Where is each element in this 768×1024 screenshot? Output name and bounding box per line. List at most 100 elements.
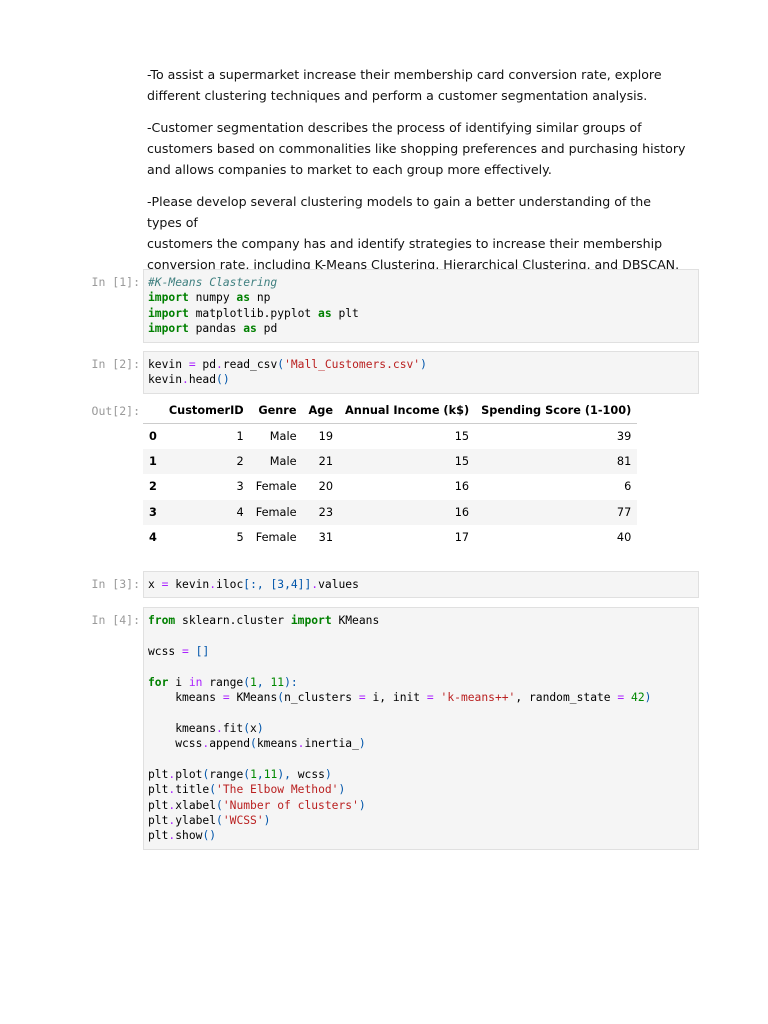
table-cell: 40 <box>616 531 632 545</box>
row-index: 4 <box>149 531 157 545</box>
code-token: kevin <box>148 358 189 371</box>
table-cell: 5 <box>236 531 244 545</box>
code-token: range <box>202 675 244 689</box>
code-line: import pandas as pd <box>148 321 694 336</box>
column-header <box>143 398 163 424</box>
code-token: ) <box>420 358 427 371</box>
code-token: x <box>250 721 257 735</box>
column-header: Annual Income (k$) <box>339 398 476 424</box>
table-cell: 4 <box>236 505 244 519</box>
row-index: 2 <box>149 480 157 494</box>
markdown-paragraph: -To assist a supermarket increase their … <box>147 64 687 106</box>
code-line: plt.ylabel('WCSS') <box>148 813 694 828</box>
dataframe-table: CustomerID Genre Age Annual Income (k$) Spen… <box>143 398 638 551</box>
row-index: 0 <box>149 429 157 443</box>
code-token: plt <box>331 306 359 320</box>
code-cell[interactable]: #K-Means Clastering import numpy as np imp… <box>143 269 699 343</box>
code-token: kmeans <box>148 721 217 735</box>
input-prompt: In [2]: <box>91 357 140 371</box>
code-token: sklearn.cluster <box>175 614 291 627</box>
code-token: ( <box>216 798 223 812</box>
markdown-paragraph: -Customer segmentation describes the pro… <box>147 117 687 180</box>
table-cell: 16 <box>454 480 470 494</box>
code-token: as <box>318 306 332 320</box>
code-token: . <box>182 373 189 387</box>
markdown-paragraph: -Please develop several clustering model… <box>147 191 687 275</box>
code-token: = <box>188 358 196 371</box>
code-token: ylabel <box>175 814 217 828</box>
code-token: wcss <box>148 737 203 751</box>
code-token: () <box>216 373 230 387</box>
code-token: in <box>188 675 203 689</box>
input-prompt: In [1]: <box>91 275 140 289</box>
code-token: kmeans <box>256 737 298 751</box>
code-token: kevin <box>168 578 210 591</box>
paragraph-line: different clustering techniques and perf… <box>147 88 648 103</box>
code-token: ( <box>216 814 223 828</box>
paragraph-line: -To assist a supermarket increase their … <box>147 67 662 82</box>
code-token: plt <box>148 814 169 828</box>
table-cell: 1 <box>236 429 244 443</box>
code-token: plt <box>148 798 169 812</box>
code-token: ) <box>644 690 652 704</box>
code-line: kevin = pd.read_csv('Mall_Customers.csv'… <box>148 357 694 372</box>
code-token: matplotlib.pyplot <box>188 306 319 320</box>
code-line: kmeans = KMeans(n_clusters = i, init = '… <box>148 690 694 705</box>
code-token: wcss <box>148 644 183 658</box>
code-token: i <box>168 675 189 689</box>
code-token: xlabel <box>175 798 217 812</box>
code-token: . <box>216 721 223 735</box>
code-token: wcss <box>290 767 325 781</box>
table-cell: Male <box>269 429 297 443</box>
table-cell: Female <box>255 505 297 519</box>
table-cell: 31 <box>318 531 334 545</box>
code-token: range <box>209 767 244 781</box>
code-token: ) <box>338 783 346 797</box>
code-line: plt.xlabel('Number of clusters') <box>148 798 694 813</box>
table-cell: 15 <box>454 454 470 468</box>
code-token: . <box>216 358 223 371</box>
code-line: kmeans.fit(x) <box>148 721 694 736</box>
column-header: Genre <box>249 398 303 424</box>
code-token: from <box>148 614 176 627</box>
code-token: ) <box>324 767 332 781</box>
code-token: kmeans <box>148 690 223 704</box>
code-token: = <box>182 644 189 658</box>
code-line: #K-Means Clastering <box>148 275 694 290</box>
code-cell[interactable]: from sklearn.cluster import KMeans wcss =… <box>143 607 699 850</box>
table-cell: 77 <box>616 505 632 519</box>
code-token: np <box>250 291 271 305</box>
code-token: ( <box>250 737 257 751</box>
code-line: x = kevin.iloc[:, [3,4]].values <box>148 577 694 592</box>
code-cell[interactable]: kevin = pd.read_csv('Mall_Customers.csv'… <box>143 351 699 394</box>
code-token: plt <box>148 767 169 781</box>
code-token: ) <box>263 814 271 828</box>
code-line: kevin.head() <box>148 372 694 387</box>
code-token: ) <box>358 798 366 812</box>
code-cell[interactable]: x = kevin.iloc[:, [3,4]].values <box>143 571 699 599</box>
table-cell: 2 <box>236 454 244 468</box>
paragraph-line: customers based on commonalities like sh… <box>147 141 686 156</box>
code-token: numpy <box>188 291 237 305</box>
code-token: import <box>148 322 189 336</box>
code-token: 42 <box>631 690 645 704</box>
code-token: #K-Means Clastering <box>148 276 278 289</box>
table-row: 0 1 Male 19 15 39 <box>143 423 638 449</box>
code-line: plt.title('The Elbow Method') <box>148 782 694 797</box>
code-token: title <box>175 783 210 797</box>
code-token: plot <box>175 767 203 781</box>
code-token: n_clusters <box>284 690 359 704</box>
code-token: [] <box>195 644 210 658</box>
column-header: Age <box>302 398 340 424</box>
code-token: pd <box>256 322 278 336</box>
code-token: kevin <box>148 373 183 387</box>
code-token: , <box>256 767 264 781</box>
code-line: import numpy as np <box>148 290 694 305</box>
code-token: KMeans <box>229 690 278 704</box>
code-token: pd <box>195 358 217 371</box>
input-prompt: In [3]: <box>91 577 140 591</box>
